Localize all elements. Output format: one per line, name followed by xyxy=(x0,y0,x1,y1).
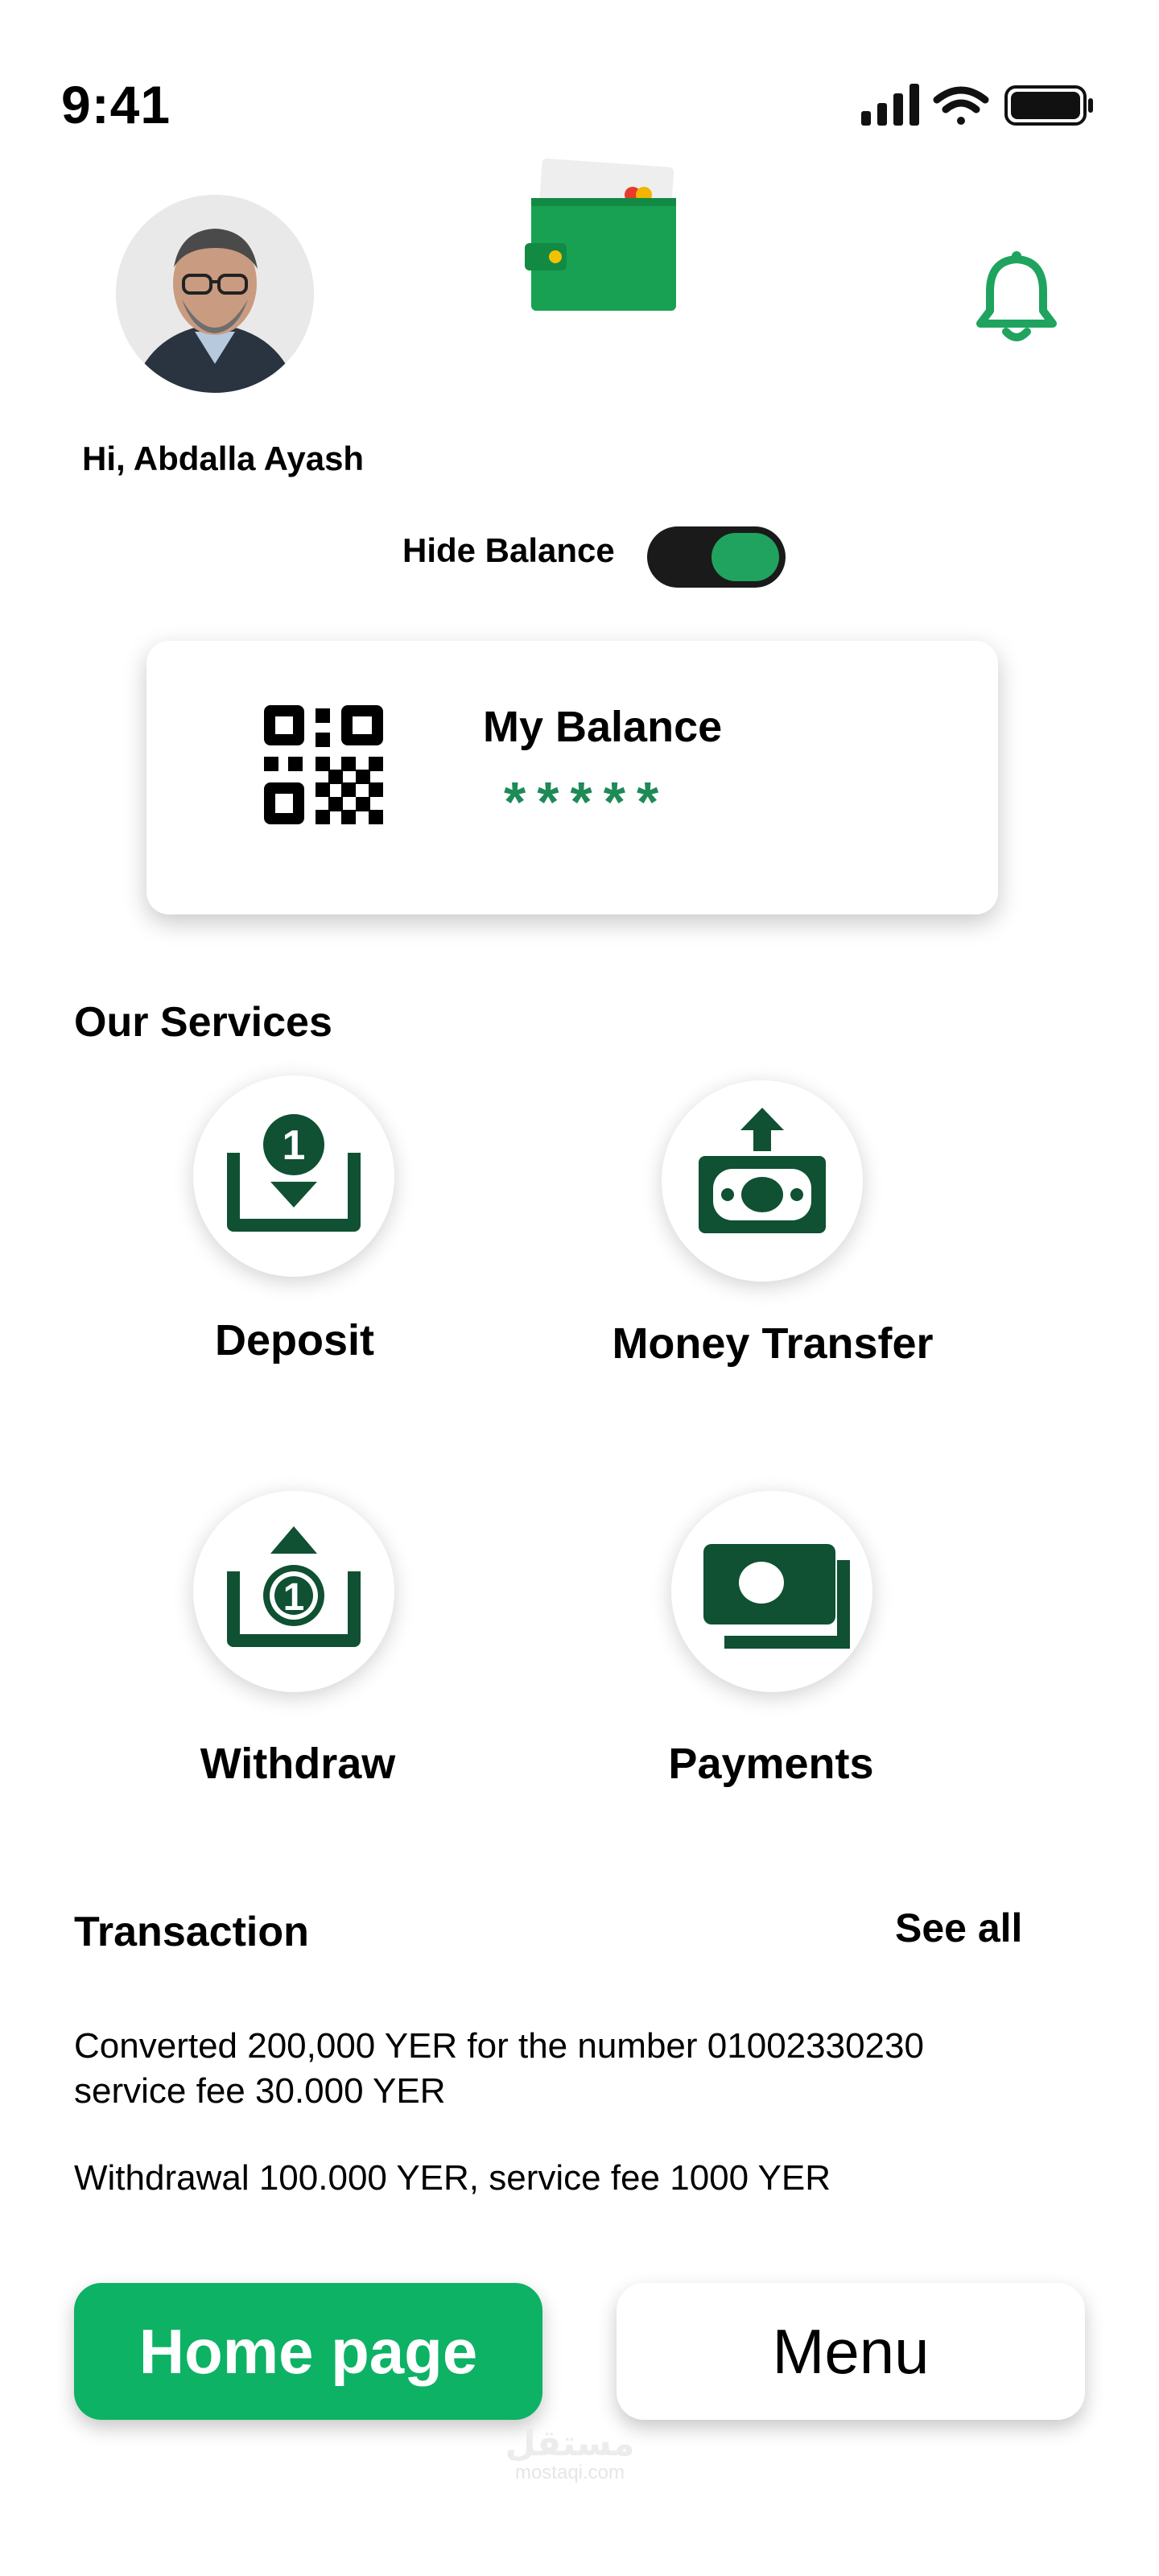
greeting-text: Hi, Abdalla Ayash xyxy=(82,440,365,477)
transaction-line: Withdrawal 100.000 YER, service fee 1000… xyxy=(74,2158,831,2198)
svg-text:1: 1 xyxy=(283,1122,306,1169)
payments-icon xyxy=(703,1544,850,1649)
services-title: Our Services xyxy=(74,999,332,1046)
signal-icon xyxy=(861,84,919,126)
deposit-label[interactable]: Deposit xyxy=(53,1315,536,1365)
transactions-title: Transaction xyxy=(74,1909,309,1955)
avatar[interactable] xyxy=(116,195,314,393)
qr-code-icon[interactable] xyxy=(264,705,383,824)
withdraw-button[interactable]: 1 xyxy=(193,1491,394,1692)
battery-icon xyxy=(1004,85,1093,126)
svg-text:1: 1 xyxy=(283,1576,305,1619)
status-time: 9:41 xyxy=(61,75,171,134)
notification-bell-icon[interactable] xyxy=(972,248,1061,345)
wallet-icon xyxy=(515,158,692,327)
deposit-icon: 1 xyxy=(227,1114,361,1232)
hide-balance-label: Hide Balance xyxy=(402,531,615,569)
menu-button[interactable]: Menu xyxy=(617,2283,1085,2420)
see-all-link[interactable]: See all xyxy=(895,1905,1022,1951)
transaction-line: Converted 200,000 YER for the number 010… xyxy=(74,2026,924,2066)
hide-balance-toggle[interactable] xyxy=(647,526,786,588)
money-transfer-icon xyxy=(699,1108,826,1233)
balance-title: My Balance xyxy=(483,703,723,751)
money-transfer-label[interactable]: Money Transfer xyxy=(531,1319,1014,1368)
home-page-button[interactable]: Home page xyxy=(74,2283,542,2420)
wifi-icon xyxy=(933,86,989,125)
balance-masked-value: ***** xyxy=(504,770,670,833)
watermark: مستقل mostaqi.com xyxy=(497,2426,642,2484)
status-icons xyxy=(856,80,1098,129)
transaction-item[interactable]: Converted 200,000 YER for the number 010… xyxy=(74,2024,1088,2114)
money-transfer-button[interactable] xyxy=(662,1080,863,1282)
transaction-line: service fee 30.000 YER xyxy=(74,2071,446,2111)
withdraw-label[interactable]: Withdraw xyxy=(56,1739,539,1789)
transaction-item[interactable]: Withdrawal 100.000 YER, service fee 1000… xyxy=(74,2156,1088,2201)
watermark-site: mostaqi.com xyxy=(514,2462,625,2483)
payments-button[interactable] xyxy=(671,1491,872,1692)
payments-label[interactable]: Payments xyxy=(530,1739,1013,1789)
balance-card[interactable]: My Balance ***** xyxy=(146,641,998,914)
watermark-arabic: مستقل xyxy=(505,2424,635,2463)
toggle-knob xyxy=(711,533,779,581)
withdraw-icon: 1 xyxy=(227,1526,361,1647)
deposit-button[interactable]: 1 xyxy=(193,1075,394,1277)
